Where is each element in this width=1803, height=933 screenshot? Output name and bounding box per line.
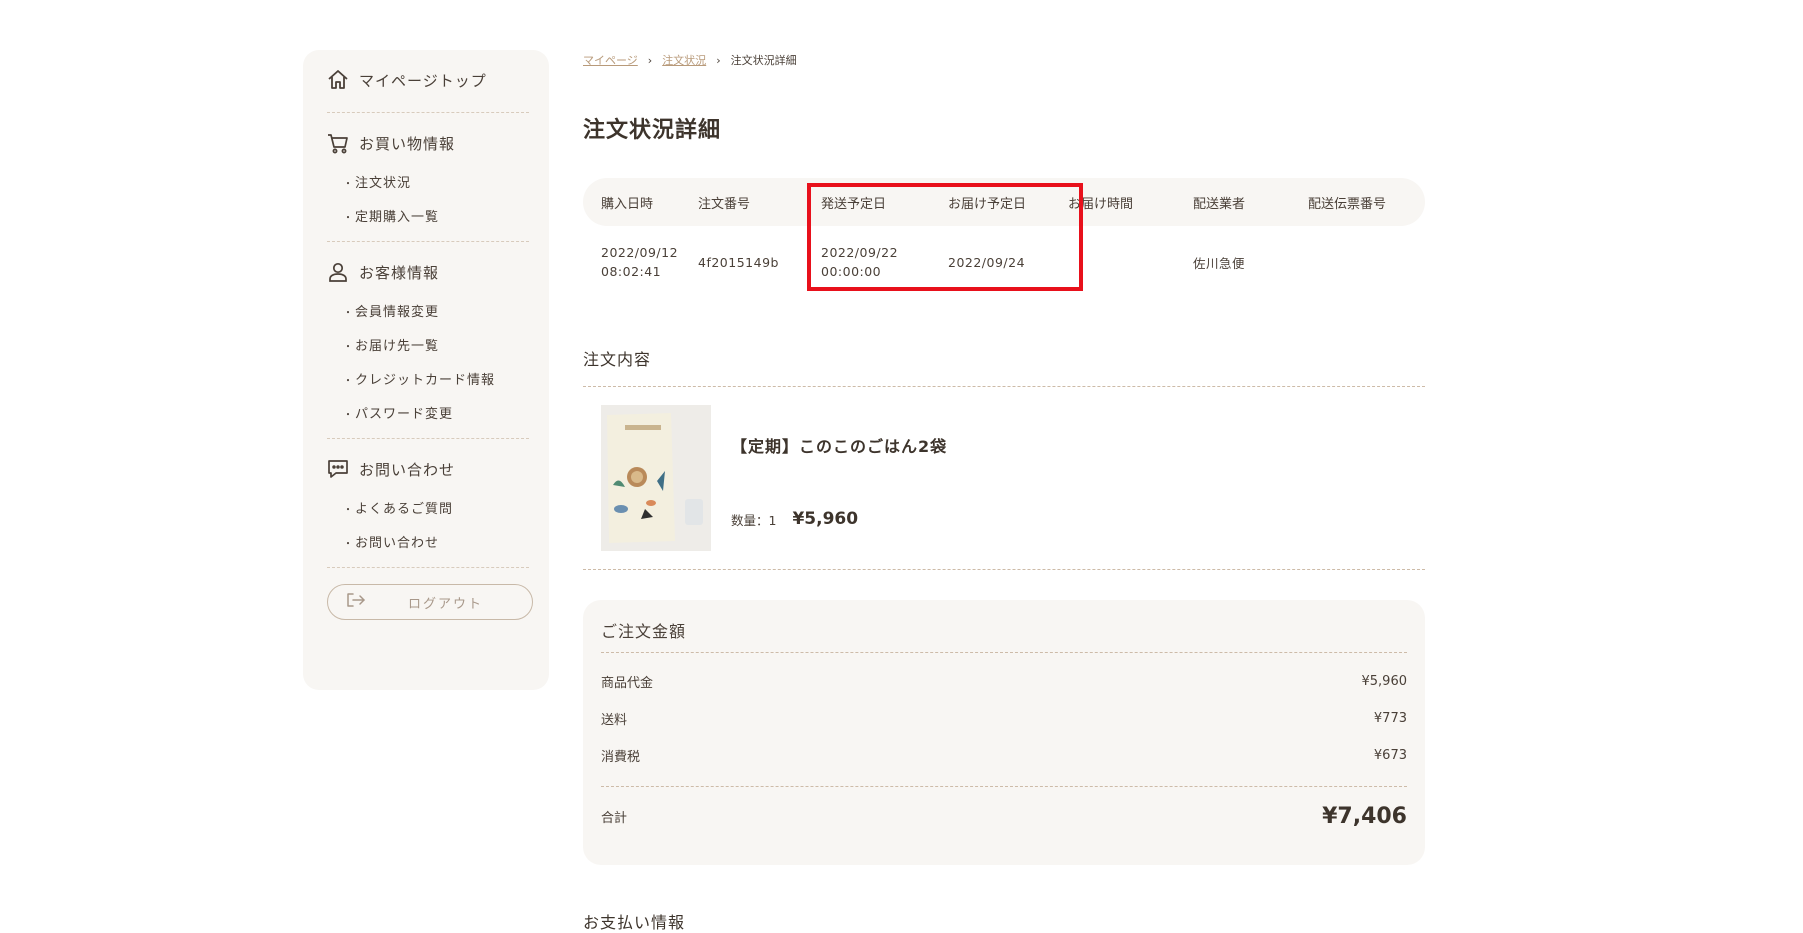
- logout-button[interactable]: ログアウト: [327, 584, 533, 620]
- logout-icon: [346, 592, 366, 612]
- highlight-box: [807, 183, 1083, 291]
- order-info-table: 購入日時 注文番号 発送予定日 お届け予定日 お届け時間 配送業者 配送伝票番号…: [583, 178, 1425, 298]
- sidebar-section-contact-title: お問い合わせ: [359, 460, 456, 479]
- sidebar-item-inquiry[interactable]: ・お問い合わせ: [343, 527, 529, 561]
- cell-purchase-date: 2022/09/12 08:02:41: [601, 245, 679, 279]
- order-total-panel: ご注文金額 商品代金 ¥5,960 送料 ¥773 消費税 ¥673 合計 ¥7…: [583, 600, 1425, 865]
- sidebar-divider: [327, 241, 529, 242]
- sidebar-item-faq[interactable]: ・よくあるご質問: [343, 493, 529, 527]
- item-info: 【定期】このこのごはん2袋 数量：1 ¥5,960: [731, 405, 947, 551]
- sum-value: ¥7,406: [1322, 803, 1407, 829]
- breadcrumb-mypage-link[interactable]: マイページ: [583, 52, 638, 68]
- sidebar-divider: [327, 438, 529, 439]
- breadcrumb-current: 注文状況詳細: [730, 54, 797, 67]
- cell-order-number: 4f2015149b: [698, 254, 779, 270]
- total-row-sum: 合計 ¥7,406: [601, 787, 1407, 845]
- chevron-right-icon: ›: [647, 53, 653, 67]
- breadcrumb: マイページ › 注文状況 › 注文状況詳細: [583, 50, 1425, 70]
- tax-label: 消費税: [601, 750, 641, 765]
- sidebar-item-addresses[interactable]: ・お届け先一覧: [343, 330, 529, 364]
- item-name[interactable]: 【定期】このこのごはん2袋: [731, 433, 947, 457]
- chevron-right-icon: ›: [716, 53, 721, 67]
- subtotal-value: ¥5,960: [1361, 674, 1408, 689]
- logout-label: ログアウト: [408, 596, 484, 612]
- user-icon: [325, 259, 351, 285]
- total-row-shipping: 送料 ¥773: [601, 700, 1407, 737]
- totals-title: ご注文金額: [601, 618, 1407, 653]
- header-delivery-time: お届け時間: [1068, 196, 1134, 212]
- sidebar-divider: [327, 567, 529, 568]
- divider: [583, 569, 1425, 570]
- header-carrier: 配送業者: [1193, 196, 1246, 212]
- shipping-label: 送料: [601, 713, 628, 728]
- sidebar-section-customer: お客様情報: [325, 254, 529, 290]
- order-detail-main: マイページ › 注文状況 › 注文状況詳細 注文状況詳細 購入日時 注文番号 発…: [583, 50, 1425, 933]
- total-row-subtotal: 商品代金 ¥5,960: [601, 663, 1407, 700]
- sidebar-item-member-edit[interactable]: ・会員情報変更: [343, 296, 529, 330]
- shipping-value: ¥773: [1373, 711, 1407, 726]
- sidebar-item-subscriptions[interactable]: ・定期購入一覧: [343, 201, 529, 235]
- sidebar-section-shopping: お買い物情報: [325, 125, 529, 161]
- sum-label: 合計: [601, 810, 628, 826]
- item-quantity-row: 数量：1 ¥5,960: [731, 509, 947, 529]
- sidebar-mypage-top-link[interactable]: マイページトップ: [325, 62, 529, 98]
- header-purchase-date: 購入日時: [601, 196, 654, 212]
- home-icon: [325, 67, 351, 93]
- sidebar-item-password[interactable]: ・パスワード変更: [343, 398, 529, 432]
- subtotal-label: 商品代金: [601, 676, 654, 691]
- chat-bubble-icon: [325, 456, 351, 482]
- cart-icon: [325, 130, 351, 156]
- header-order-number: 注文番号: [698, 196, 751, 212]
- page-title: 注文状況詳細: [583, 118, 722, 143]
- sidebar-item-order-status[interactable]: ・注文状況: [343, 167, 529, 201]
- sidebar-shopping-list: ・注文状況 ・定期購入一覧: [325, 167, 529, 235]
- product-image[interactable]: [601, 405, 711, 551]
- order-contents-title: 注文内容: [583, 350, 652, 369]
- cell-carrier: 佐川急便: [1193, 255, 1246, 271]
- sidebar-divider: [327, 112, 529, 113]
- sidebar-contact-list: ・よくあるご質問 ・お問い合わせ: [325, 493, 529, 561]
- payment-info-title: お支払い情報: [583, 913, 686, 932]
- sidebar-section-contact: お問い合わせ: [325, 451, 529, 487]
- total-row-tax: 消費税 ¥673: [601, 737, 1407, 774]
- sidebar-item-credit-card[interactable]: ・クレジットカード情報: [343, 364, 529, 398]
- order-item: 【定期】このこのごはん2袋 数量：1 ¥5,960: [583, 387, 1425, 569]
- mypage-sidebar: マイページトップ お買い物情報 ・注文状況 ・定期購入一覧 お客様情報 ・会員情…: [303, 50, 549, 690]
- tax-value: ¥673: [1373, 748, 1407, 763]
- sidebar-section-shopping-title: お買い物情報: [359, 134, 456, 153]
- item-price: ¥5,960: [792, 509, 859, 529]
- item-quantity: 数量：1: [731, 512, 777, 528]
- sidebar-mypage-top-label: マイページトップ: [359, 71, 487, 90]
- sidebar-section-customer-title: お客様情報: [359, 263, 440, 282]
- sidebar-customer-list: ・会員情報変更 ・お届け先一覧 ・クレジットカード情報 ・パスワード変更: [325, 296, 529, 432]
- breadcrumb-orders-link[interactable]: 注文状況: [662, 52, 706, 68]
- header-slip-number: 配送伝票番号: [1308, 196, 1387, 212]
